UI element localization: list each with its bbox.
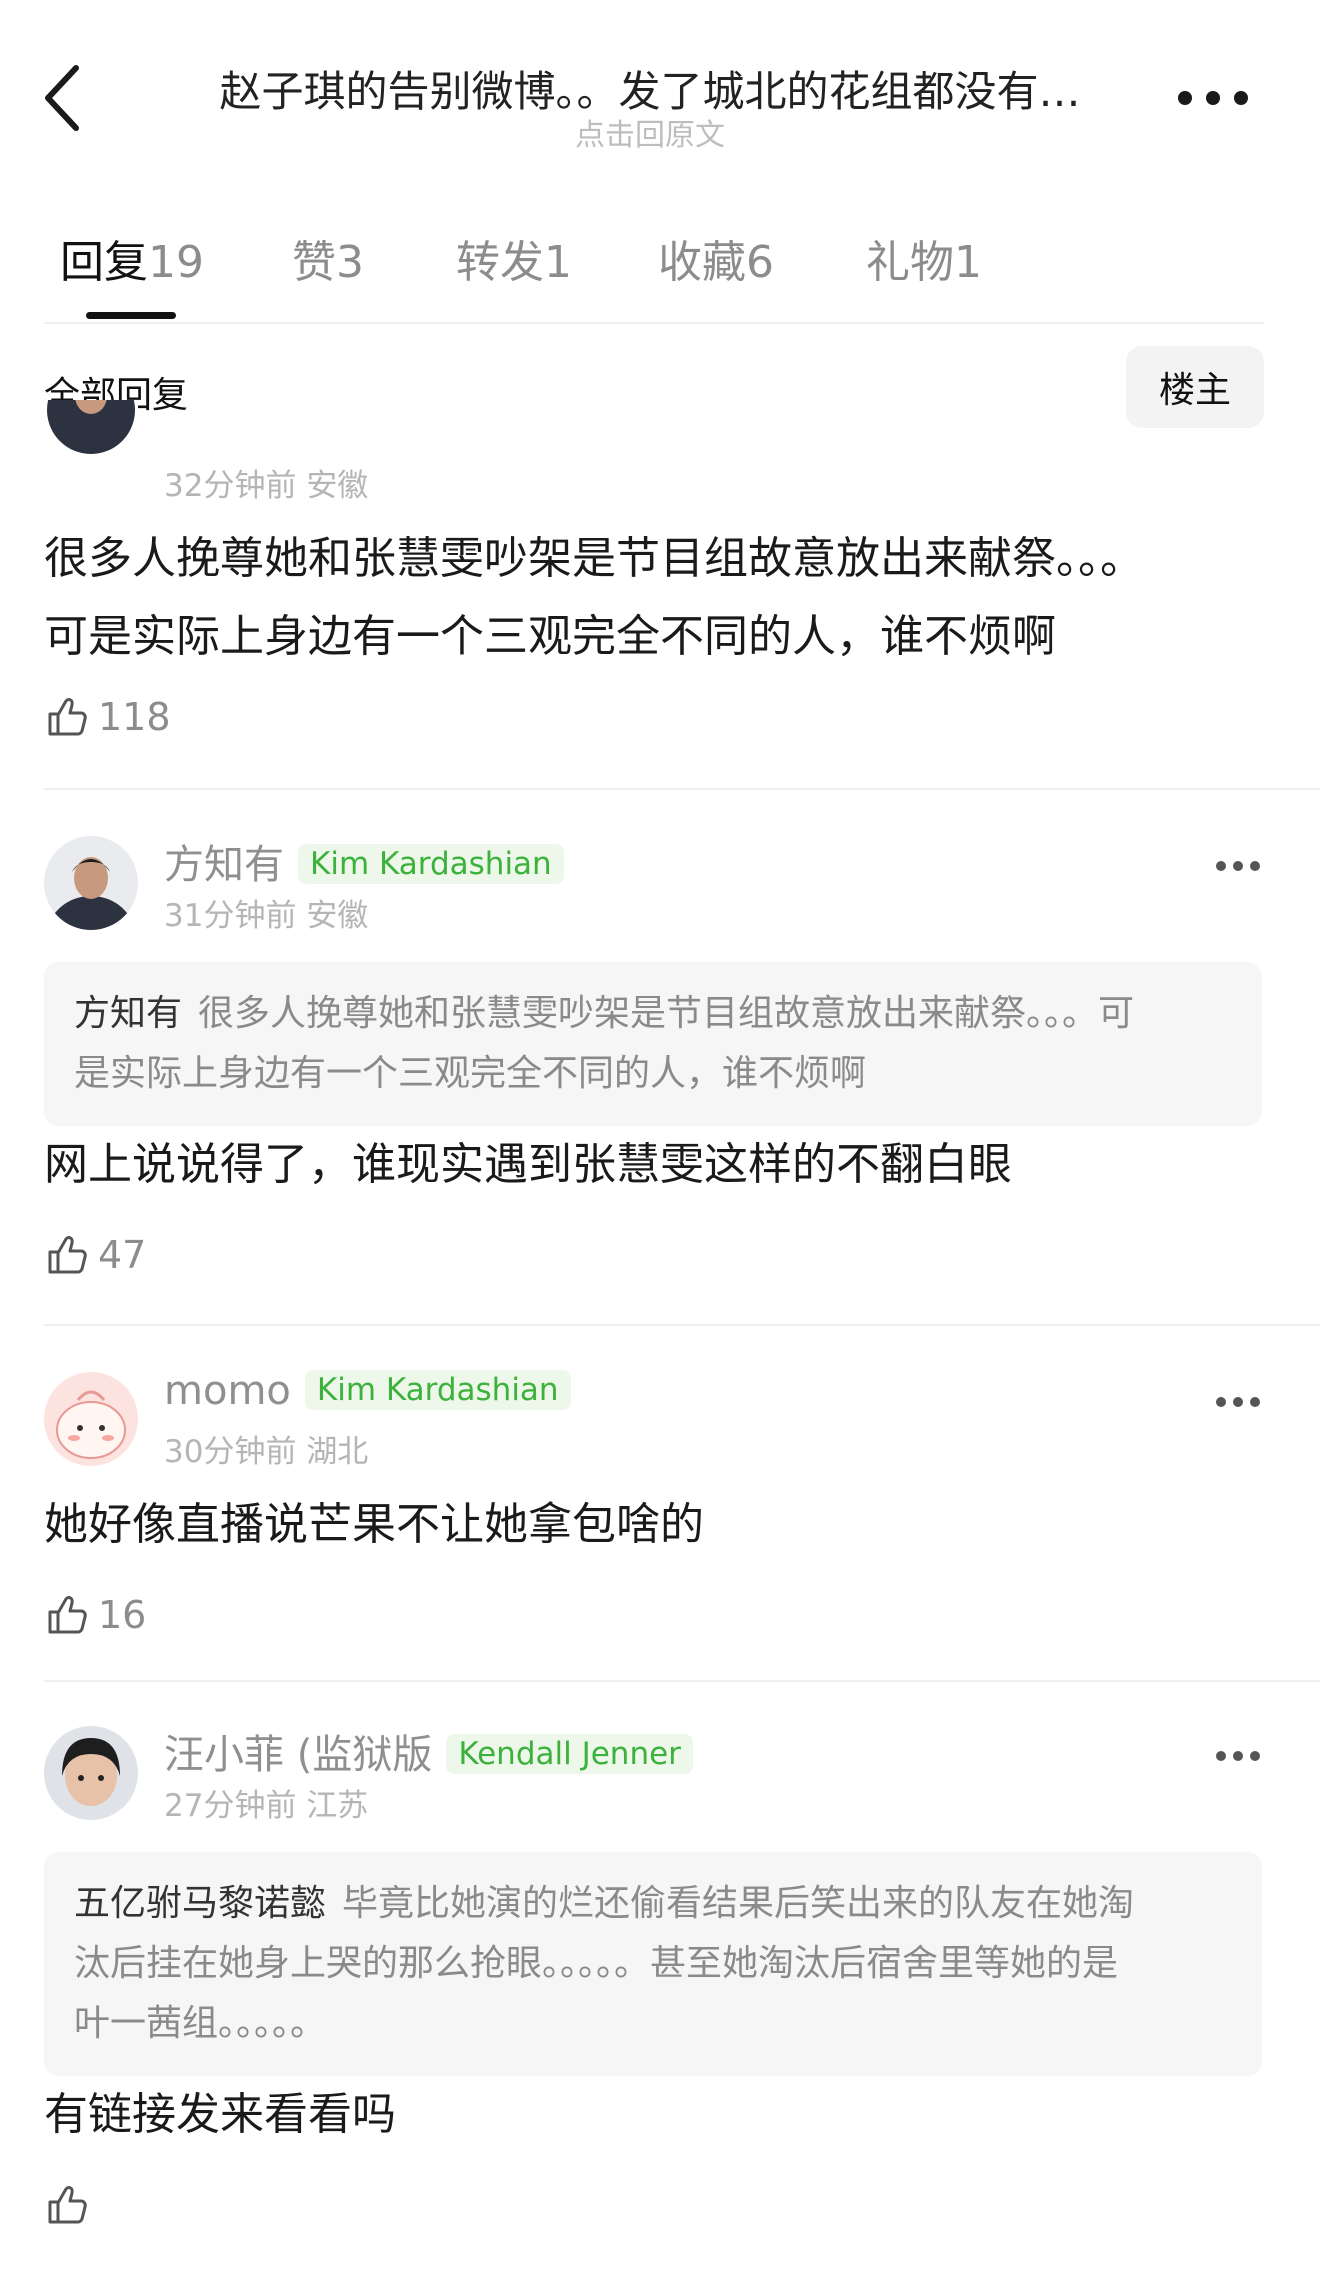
owner-only-button[interactable]: 楼主 bbox=[1126, 346, 1264, 428]
avatar[interactable] bbox=[44, 1726, 138, 1820]
back-arrow-icon[interactable] bbox=[40, 58, 90, 138]
comment-item: 方知有 Kim Kardashian 31分钟前 安徽 方知有 很多人挽尊她和张慧雯… bbox=[0, 826, 1320, 1306]
tab-favorites[interactable]: 收藏6 bbox=[658, 226, 774, 290]
like-button[interactable]: 118 bbox=[44, 692, 171, 742]
thumbs-up-icon bbox=[48, 1236, 87, 1274]
user-badge: Kim Kardashian bbox=[304, 1370, 571, 1410]
username[interactable]: 汪小菲 (监狱版 Kendall Jenner bbox=[164, 1722, 693, 1780]
avatar[interactable] bbox=[44, 836, 138, 930]
divider bbox=[44, 1324, 1320, 1326]
divider bbox=[44, 322, 1264, 324]
thumbs-up-icon bbox=[48, 2186, 87, 2224]
tab-reposts[interactable]: 转发1 bbox=[456, 226, 572, 290]
like-button[interactable]: 16 bbox=[44, 1590, 146, 1640]
active-tab-indicator bbox=[86, 312, 176, 319]
avatar[interactable] bbox=[44, 400, 138, 466]
comment-item: 32分钟前 安徽 很多人挽尊她和张慧雯吵架是节目组故意放出来献祭。。。 可是实际… bbox=[0, 400, 1320, 790]
tab-likes[interactable]: 赞3 bbox=[292, 226, 364, 290]
divider bbox=[44, 788, 1320, 790]
user-badge: Kim Kardashian bbox=[298, 844, 564, 884]
more-dots-icon[interactable] bbox=[1216, 1748, 1260, 1764]
comment-text: 网上说说得了，谁现实遇到张慧雯这样的不翻白眼 bbox=[44, 1139, 1012, 1190]
like-button[interactable]: 47 bbox=[44, 1230, 146, 1280]
back-to-original-link[interactable]: 点击回原文 bbox=[170, 110, 1130, 154]
username[interactable]: 方知有 Kim Kardashian bbox=[164, 832, 564, 890]
comment-meta: 30分钟前 湖北 bbox=[164, 1434, 369, 1470]
like-button[interactable] bbox=[44, 2180, 98, 2230]
tab-replies[interactable]: 回复19 bbox=[60, 226, 204, 290]
comment-text: 她好像直播说芒果不让她拿包啥的 bbox=[44, 1499, 704, 1550]
quoted-reply[interactable]: 五亿驸马黎诺懿 毕竟比她演的烂还偷看结果后笑出来的队友在她淘 汰后挂在她身上哭的那… bbox=[44, 1852, 1262, 2076]
thumbs-up-icon bbox=[48, 698, 87, 736]
comment-meta: 32分钟前 安徽 bbox=[164, 468, 369, 504]
more-dots-icon[interactable] bbox=[1178, 78, 1248, 118]
comment-meta: 31分钟前 安徽 bbox=[164, 898, 369, 934]
comment-item: 汪小菲 (监狱版 Kendall Jenner 27分钟前 江苏 五亿驸马黎诺懿毕… bbox=[0, 1716, 1320, 2276]
quoted-reply[interactable]: 方知有 很多人挽尊她和张慧雯吵架是节目组故意放出来献祭。。。可 是实际上身边有一个… bbox=[44, 962, 1262, 1126]
more-dots-icon[interactable] bbox=[1216, 858, 1260, 874]
comment-item: momo Kim Kardashian 30分钟前 湖北 她好像直播说芒果不让她拿… bbox=[0, 1362, 1320, 1662]
tab-bar: 回复19 赞3 转发1 收藏6 礼物1 bbox=[0, 226, 1320, 326]
comment-text: 有链接发来看看吗 bbox=[44, 2089, 396, 2140]
comment-text: 很多人挽尊她和张慧雯吵架是节目组故意放出来献祭。。。 可是实际上身边有一个三观完… bbox=[44, 533, 1144, 662]
tab-gifts[interactable]: 礼物1 bbox=[866, 226, 982, 290]
user-badge: Kendall Jenner bbox=[446, 1734, 693, 1774]
top-bar: 赵子琪的告别微博。。发了城北的花组都没有… 点击回原文 bbox=[0, 0, 1320, 160]
comment-meta: 27分钟前 江苏 bbox=[164, 1788, 369, 1824]
thumbs-up-icon bbox=[48, 1596, 87, 1634]
divider bbox=[44, 1680, 1320, 1682]
username[interactable]: momo Kim Kardashian bbox=[164, 1368, 571, 1414]
more-dots-icon[interactable] bbox=[1216, 1394, 1260, 1410]
avatar[interactable] bbox=[44, 1372, 138, 1466]
